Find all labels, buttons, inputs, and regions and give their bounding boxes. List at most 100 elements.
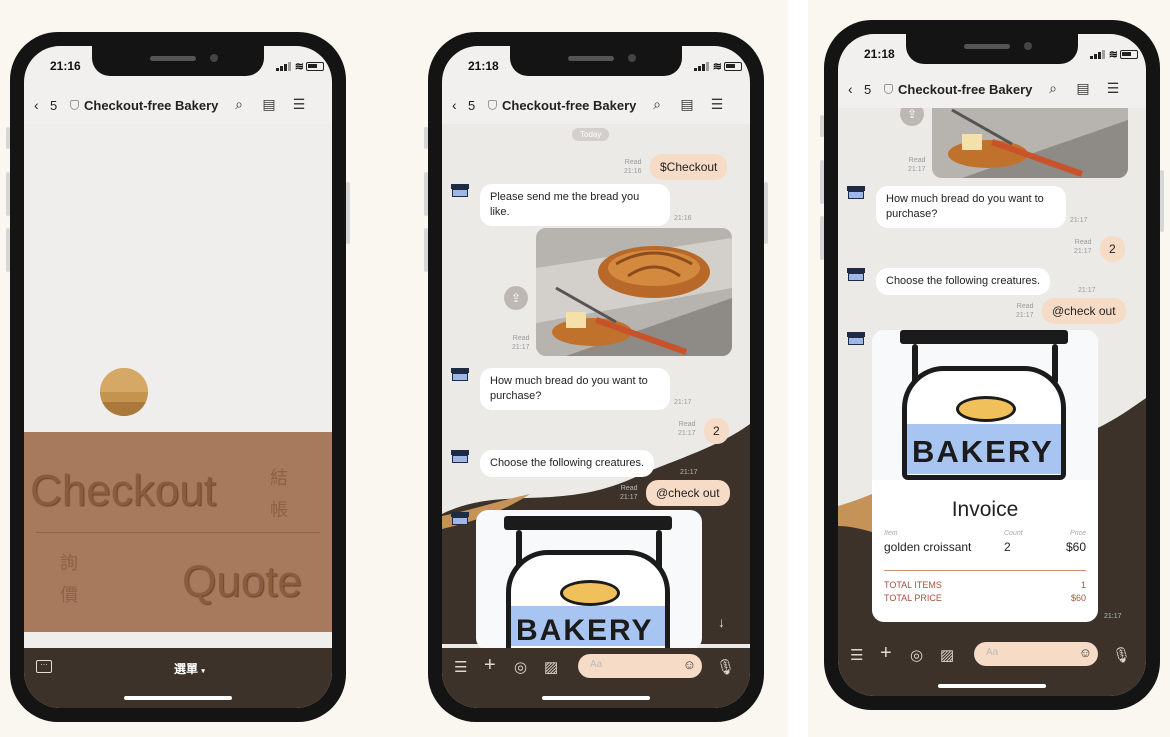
battery-icon bbox=[1120, 50, 1138, 59]
total-items-value: 1 bbox=[1080, 580, 1086, 590]
bakery-sign-text: BAKERY bbox=[912, 434, 1054, 469]
bakery-sign-text: BAKERY bbox=[516, 614, 654, 647]
shield-icon bbox=[488, 100, 497, 110]
chat-header: ‹ 5 Checkout-free Bakery ⌕ ▤ ☰ bbox=[24, 88, 332, 124]
search-icon[interactable]: ⌕ bbox=[1044, 80, 1062, 98]
status-bar: 21:18 ≋ bbox=[442, 46, 750, 88]
message-how-much: How much bread do you want to purchase? bbox=[876, 186, 1066, 228]
chat-title: Checkout-free Bakery bbox=[898, 82, 1033, 97]
menu-icon[interactable]: ☰ bbox=[708, 96, 726, 114]
notes-icon[interactable]: ▤ bbox=[678, 96, 696, 114]
wifi-icon: ≋ bbox=[294, 61, 304, 73]
chat-area: Today Read 21:16 $Checkout Please send me… bbox=[442, 124, 750, 648]
item-count: 2 bbox=[1004, 540, 1011, 554]
croissant-photo[interactable] bbox=[932, 108, 1128, 178]
camera-icon[interactable]: ◎ bbox=[910, 646, 923, 664]
wifi-icon: ≋ bbox=[1108, 49, 1118, 61]
camera-icon[interactable]: ◎ bbox=[514, 658, 527, 676]
phone-3: 21:18 ≋ ‹ 5 Checkout-free Bakery ⌕ ▤ ☰ ⇪… bbox=[820, 20, 1164, 710]
col-item: Item bbox=[884, 530, 898, 537]
screen: 21:16 ≋ ‹ 5 Checkout-free Bakery ⌕ ▤ ☰ C… bbox=[24, 46, 332, 708]
bot-avatar[interactable] bbox=[846, 266, 866, 284]
image-icon[interactable]: ▨ bbox=[940, 646, 954, 664]
hamburger-icon[interactable]: ☰ bbox=[850, 646, 863, 664]
search-icon[interactable]: ⌕ bbox=[230, 96, 248, 114]
read-time: Read 21:17 bbox=[512, 335, 530, 351]
plus-icon[interactable]: + bbox=[880, 642, 892, 665]
screen: 21:18 ≋ ‹ 5 Checkout-free Bakery ⌕ ▤ ☰ ⇪… bbox=[838, 34, 1146, 696]
chevron-left-icon[interactable]: ‹ bbox=[452, 97, 457, 113]
share-icon[interactable]: ⇪ bbox=[504, 286, 528, 310]
checkout-label: Checkout bbox=[30, 466, 216, 515]
shield-icon bbox=[70, 100, 79, 110]
unread-count: 5 bbox=[468, 98, 476, 113]
quote-label: Quote bbox=[182, 557, 302, 606]
search-icon[interactable]: ⌕ bbox=[648, 96, 666, 114]
chat-header: ‹ 5 Checkout-free Bakery ⌕ ▤ ☰ bbox=[838, 72, 1146, 108]
checkout-zh-label: 結帳 bbox=[270, 468, 288, 520]
col-count: Count bbox=[1004, 530, 1023, 537]
image-icon[interactable]: ▨ bbox=[544, 658, 558, 676]
notes-icon[interactable]: ▤ bbox=[260, 96, 278, 114]
quote-zh-label: 詢價 bbox=[60, 553, 78, 605]
bot-avatar[interactable] bbox=[450, 510, 470, 528]
screen: 21:18 ≋ ‹ 5 Checkout-free Bakery ⌕ ▤ ☰ T… bbox=[442, 46, 750, 708]
chevron-left-icon[interactable]: ‹ bbox=[34, 97, 39, 113]
menu-checkout-button[interactable]: Checkout 結帳 bbox=[24, 432, 332, 532]
item-name: golden croissant bbox=[884, 540, 972, 554]
message-choose: Choose the following creatures. bbox=[876, 268, 1051, 295]
chat-area: ⇪ Read 21:17 How much bread do you want t… bbox=[838, 108, 1146, 636]
scroll-down-icon[interactable]: ↓ bbox=[718, 614, 725, 630]
mic-icon[interactable]: 🎙 bbox=[716, 658, 735, 676]
loading-indicator bbox=[100, 368, 148, 416]
message-input[interactable]: Aa ☺ bbox=[578, 654, 702, 678]
bot-avatar[interactable] bbox=[846, 330, 866, 348]
emoji-icon[interactable]: ☺ bbox=[1079, 645, 1092, 660]
input-toolbar: ☰ + ◎ ▨ Aa ☺ 🎙 bbox=[442, 648, 750, 708]
message-send-bread: Please send me the bread you like. bbox=[480, 184, 670, 226]
menu-icon[interactable]: ☰ bbox=[290, 96, 308, 114]
signal-icon bbox=[694, 62, 709, 71]
bot-avatar[interactable] bbox=[450, 366, 470, 384]
bot-avatar[interactable] bbox=[846, 184, 866, 202]
input-toolbar: ☰ + ◎ ▨ Aa ☺ 🎙 bbox=[838, 636, 1146, 696]
shield-icon bbox=[884, 84, 893, 94]
menu-icon[interactable]: ☰ bbox=[1104, 80, 1122, 98]
mic-icon[interactable]: 🎙 bbox=[1112, 646, 1131, 664]
message-input[interactable]: Aa ☺ bbox=[974, 642, 1098, 666]
bakery-card[interactable]: BAKERY bbox=[476, 510, 702, 648]
notes-icon[interactable]: ▤ bbox=[1074, 80, 1092, 98]
croissant-photo[interactable] bbox=[536, 228, 732, 356]
battery-icon bbox=[724, 62, 742, 71]
read-time: Read 21:17 bbox=[678, 421, 696, 437]
date-chip: Today bbox=[572, 128, 610, 141]
total-items-label: TOTAL ITEMS bbox=[884, 580, 942, 590]
read-time: Read 21:17 bbox=[1016, 303, 1034, 319]
chevron-left-icon[interactable]: ‹ bbox=[848, 81, 853, 97]
message-checkout-mention: @check out bbox=[646, 480, 730, 506]
menu-toggle[interactable]: 選單 ▾ bbox=[174, 660, 205, 677]
message-checkout: $Checkout bbox=[650, 154, 728, 180]
chat-title: Checkout-free Bakery bbox=[84, 98, 219, 113]
croissant-image bbox=[536, 228, 732, 356]
hamburger-icon[interactable]: ☰ bbox=[454, 658, 467, 676]
chat-title: Checkout-free Bakery bbox=[502, 98, 637, 113]
read-time: Read 21:17 bbox=[620, 485, 638, 501]
read-time: Read 21:17 bbox=[908, 157, 926, 173]
status-bar: 21:16 ≋ bbox=[24, 46, 332, 88]
menu-quote-button[interactable]: 詢價 Quote bbox=[24, 533, 332, 632]
bot-avatar[interactable] bbox=[450, 182, 470, 200]
signal-icon bbox=[276, 62, 291, 71]
panel-divider bbox=[788, 0, 808, 737]
invoice-card[interactable]: BAKERY Invoice Item Count Price golden c… bbox=[872, 330, 1098, 622]
wifi-icon: ≋ bbox=[712, 61, 722, 73]
invoice-title: Invoice bbox=[951, 498, 1019, 521]
message-how-much: How much bread do you want to purchase? bbox=[480, 368, 670, 410]
emoji-icon[interactable]: ☺ bbox=[683, 657, 696, 672]
plus-icon[interactable]: + bbox=[484, 654, 496, 677]
rich-menu: Checkout 結帳 詢價 Quote bbox=[24, 432, 332, 632]
unread-count: 5 bbox=[864, 82, 872, 97]
bot-avatar[interactable] bbox=[450, 448, 470, 466]
col-price: Price bbox=[1070, 530, 1086, 537]
keyboard-icon[interactable]: ⋯ bbox=[36, 660, 52, 673]
